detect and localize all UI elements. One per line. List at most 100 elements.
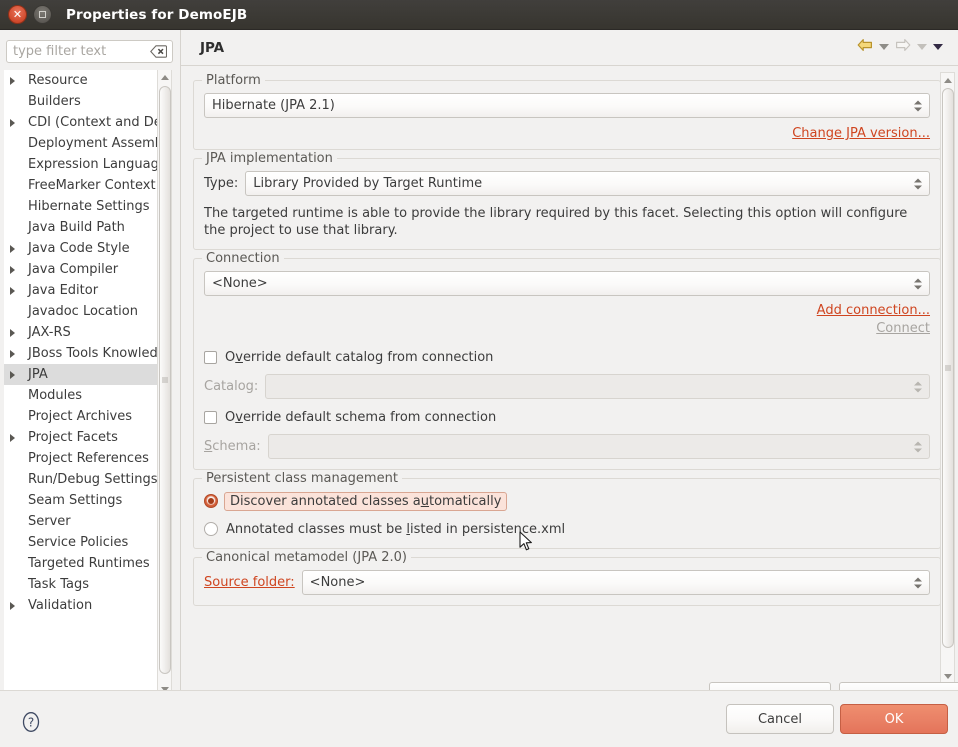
sidebar-scroll-thumb[interactable] — [159, 86, 171, 674]
listed-classes-radio-row[interactable]: Annotated classes must be listed in pers… — [204, 518, 930, 540]
sidebar-item-label: Java Code Style — [28, 241, 130, 256]
expand-triangle-icon[interactable] — [10, 112, 24, 133]
sidebar-item-label: Targeted Runtimes — [28, 556, 150, 571]
sidebar-item-jax-rs[interactable]: JAX-RS — [4, 322, 157, 343]
cancel-button[interactable]: Cancel — [726, 704, 834, 734]
sidebar-vertical-scrollbar[interactable] — [157, 70, 172, 698]
sidebar-item-label: Java Build Path — [28, 220, 125, 235]
schema-label: Schema: — [204, 439, 261, 454]
expand-triangle-icon[interactable] — [10, 343, 24, 364]
svg-text:?: ? — [28, 715, 34, 729]
sidebar-item-expression-languag[interactable]: Expression Languag — [4, 154, 157, 175]
connection-combo[interactable]: <None> — [204, 271, 930, 296]
jpa-implementation-group: JPA implementation Type: Library Provide… — [193, 151, 941, 250]
scroll-grip-icon — [162, 377, 168, 383]
sidebar-item-validation[interactable]: Validation — [4, 595, 157, 616]
canonical-metamodel-group: Canonical metamodel (JPA 2.0) Source fol… — [193, 550, 941, 606]
override-catalog-row[interactable]: Override default catalog from connection — [204, 346, 930, 368]
override-schema-row[interactable]: Override default schema from connection — [204, 406, 930, 428]
expand-triangle-icon[interactable] — [10, 238, 24, 259]
implementation-type-combo[interactable]: Library Provided by Target Runtime — [245, 171, 930, 196]
expand-triangle-icon[interactable] — [10, 259, 24, 280]
scroll-up-arrow-icon[interactable] — [158, 70, 172, 84]
override-catalog-checkbox[interactable] — [204, 350, 217, 364]
sidebar-item-jboss-tools-knowled[interactable]: JBoss Tools Knowled — [4, 343, 157, 364]
combo-spinner-icon[interactable] — [914, 278, 922, 289]
sidebar-item-run-debug-settings[interactable]: Run/Debug Settings — [4, 469, 157, 490]
sidebar-item-task-tags[interactable]: Task Tags — [4, 574, 157, 595]
close-icon[interactable]: ✕ — [8, 5, 27, 24]
sidebar-item-label: Javadoc Location — [28, 304, 138, 319]
sidebar-item-seam-settings[interactable]: Seam Settings — [4, 490, 157, 511]
sidebar-item-java-compiler[interactable]: Java Compiler — [4, 259, 157, 280]
sidebar-item-project-facets[interactable]: Project Facets — [4, 427, 157, 448]
settings-content-pane: JPA Platform Hibernate (JPA 2.1) Change … — [180, 30, 958, 690]
discover-annotated-radio-row[interactable]: Discover annotated classes automatically — [204, 490, 930, 512]
clear-filter-icon[interactable] — [149, 45, 167, 59]
sidebar-item-java-code-style[interactable]: Java Code Style — [4, 238, 157, 259]
listed-classes-radio[interactable] — [204, 522, 218, 536]
sidebar-item-resource[interactable]: Resource — [4, 70, 157, 91]
content-scroll-thumb[interactable] — [942, 88, 954, 648]
filter-field-wrap[interactable] — [6, 40, 173, 63]
expand-triangle-icon[interactable] — [10, 364, 24, 385]
sidebar-item-deployment-assembl[interactable]: Deployment Assembl — [4, 133, 157, 154]
clipped-action-buttons — [181, 682, 958, 690]
sidebar-item-label: CDI (Context and De — [28, 115, 157, 130]
sidebar-item-builders[interactable]: Builders — [4, 91, 157, 112]
sidebar-item-java-build-path[interactable]: Java Build Path — [4, 217, 157, 238]
connection-group: Connection <None> Add connection... Conn… — [193, 251, 941, 470]
add-connection-link[interactable]: Add connection... — [817, 303, 930, 318]
scroll-down-arrow-icon[interactable] — [941, 669, 955, 683]
sidebar-item-modules[interactable]: Modules — [4, 385, 157, 406]
sidebar-item-server[interactable]: Server — [4, 511, 157, 532]
change-jpa-version-row: Change JPA version... — [204, 126, 930, 141]
combo-spinner-icon[interactable] — [914, 577, 922, 588]
source-folder-link[interactable]: Source folder: — [204, 575, 295, 590]
page-menu-chevron-down-icon[interactable] — [933, 44, 943, 50]
search-input[interactable] — [7, 42, 137, 61]
combo-spinner-icon[interactable] — [914, 100, 922, 111]
override-schema-checkbox[interactable] — [204, 410, 217, 424]
sidebar-item-project-archives[interactable]: Project Archives — [4, 406, 157, 427]
settings-tree[interactable]: Resource Builders CDI (Context and De Deplo… — [4, 70, 157, 698]
expand-triangle-icon[interactable] — [10, 280, 24, 301]
sidebar-item-label: Java Editor — [28, 283, 99, 298]
help-icon[interactable]: ? — [20, 711, 42, 733]
sidebar-item-targeted-runtimes[interactable]: Targeted Runtimes — [4, 553, 157, 574]
expand-triangle-icon[interactable] — [10, 70, 24, 91]
sidebar-item-jpa[interactable]: JPA — [4, 364, 157, 385]
sidebar-item-freemarker-context[interactable]: FreeMarker Context — [4, 175, 157, 196]
change-jpa-version-link[interactable]: Change JPA version... — [792, 126, 930, 141]
sidebar-item-cdi-context-and-de[interactable]: CDI (Context and De — [4, 112, 157, 133]
scroll-up-arrow-icon[interactable] — [941, 73, 955, 87]
expand-triangle-icon[interactable] — [10, 427, 24, 448]
content-vertical-scrollbar[interactable] — [940, 72, 955, 684]
sidebar-item-service-policies[interactable]: Service Policies — [4, 532, 157, 553]
back-history-chevron-down-icon[interactable] — [879, 44, 889, 50]
sidebar-item-java-editor[interactable]: Java Editor — [4, 280, 157, 301]
sidebar-item-project-references[interactable]: Project References — [4, 448, 157, 469]
expand-triangle-icon[interactable] — [10, 322, 24, 343]
maximize-icon[interactable] — [33, 5, 52, 24]
back-arrow-icon[interactable] — [857, 38, 873, 56]
combo-spinner-icon[interactable] — [914, 178, 922, 189]
ok-button[interactable]: OK — [840, 704, 948, 734]
persistent-class-management-legend: Persistent class management — [202, 471, 402, 486]
apply-button-clipped[interactable] — [839, 682, 958, 690]
connect-link: Connect — [876, 321, 930, 336]
source-folder-combo[interactable]: <None> — [301, 570, 930, 595]
discover-annotated-radio[interactable] — [204, 494, 218, 508]
sidebar-item-label: Builders — [28, 94, 81, 109]
platform-combo-value: Hibernate (JPA 2.1) — [212, 98, 335, 113]
sidebar-item-javadoc-location[interactable]: Javadoc Location — [4, 301, 157, 322]
forward-arrow-icon — [895, 38, 911, 56]
platform-combo[interactable]: Hibernate (JPA 2.1) — [204, 93, 930, 118]
restore-defaults-button-clipped[interactable] — [709, 682, 831, 690]
sidebar-item-hibernate-settings[interactable]: Hibernate Settings — [4, 196, 157, 217]
expand-triangle-icon[interactable] — [10, 595, 24, 616]
